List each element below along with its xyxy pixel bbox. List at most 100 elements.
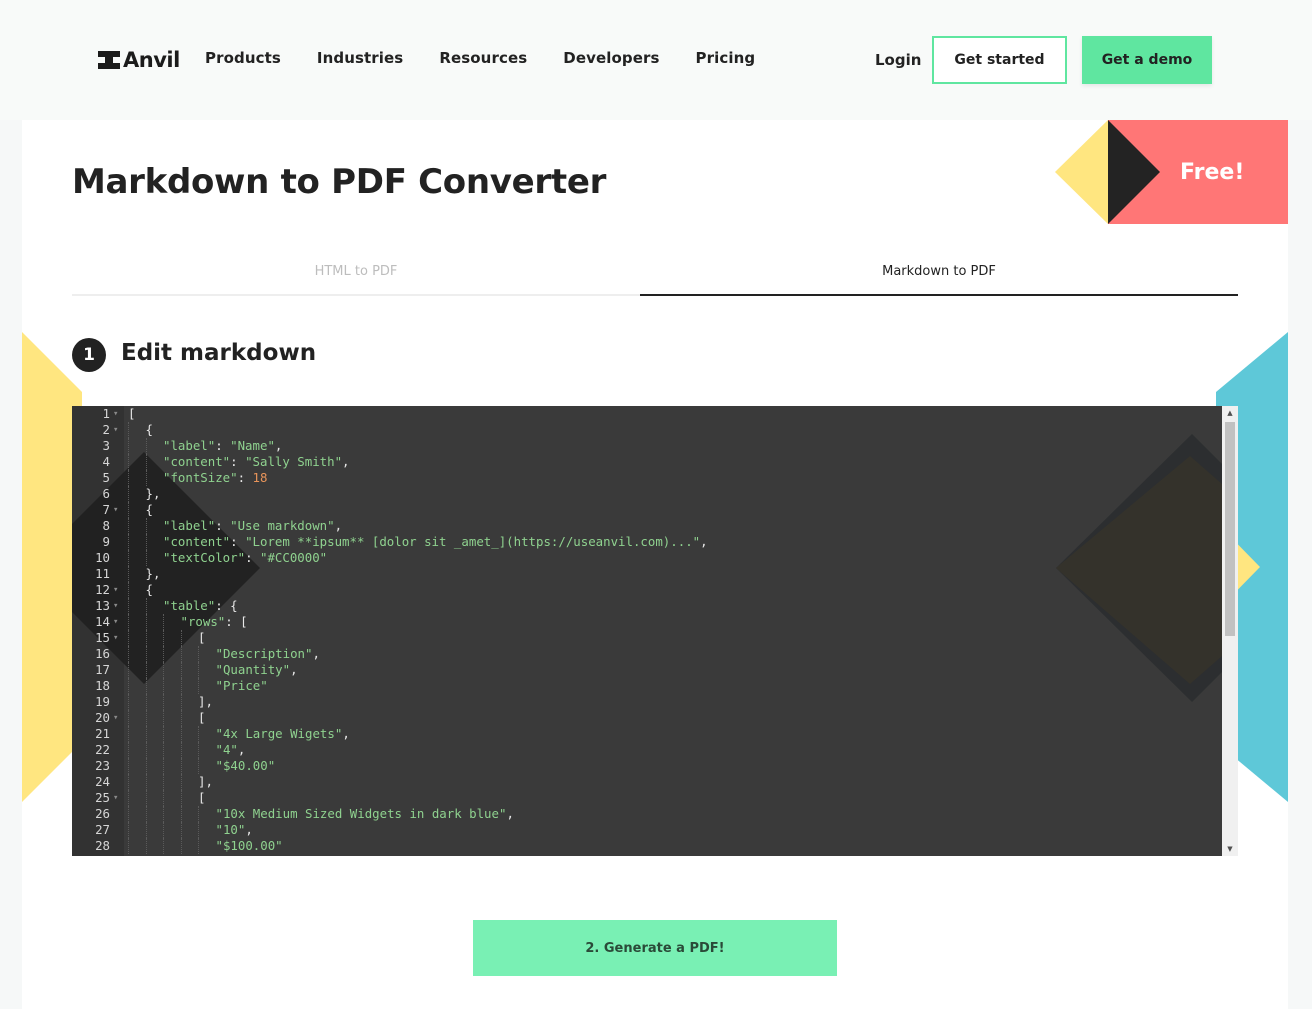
code-line[interactable]: 9 "content": "Lorem **ipsum** [dolor sit … [72,534,1222,550]
indent-guide [128,438,129,454]
string-token: "4x Large Wigets" [215,726,343,741]
editor-scrollbar[interactable]: ▲ ▼ [1222,406,1238,856]
code-line[interactable]: 28 "$100.00" [72,838,1222,854]
fold-arrow-icon[interactable]: ▾ [113,582,118,598]
code-line[interactable]: 3 "label": "Name", [72,438,1222,454]
code-text: "table": { [163,598,238,614]
code-line[interactable]: 23 "$40.00" [72,758,1222,774]
fold-arrow-icon[interactable]: ▾ [113,790,118,806]
code-line[interactable]: 25 ▾ [ [72,790,1222,806]
indent-guide [163,646,164,662]
code-line[interactable]: 27 "10", [72,822,1222,838]
anvil-logo[interactable]: Anvil [98,48,180,72]
code-line[interactable]: 1 ▾ [ [72,406,1222,422]
code-line[interactable]: 15 ▾ [ [72,630,1222,646]
editor-code[interactable]: 1 ▾[2 ▾{3 "label": "Name", 4 "content": "Sall… [72,406,1222,856]
code-line[interactable]: 18 "Price" [72,678,1222,694]
indent-guide [145,470,147,486]
fold-arrow-icon[interactable]: ▾ [113,710,118,726]
code-line[interactable]: 20 ▾ [ [72,710,1222,726]
code-text: "4", [216,742,246,758]
indent-guide [128,758,129,774]
fold-arrow-icon[interactable]: ▾ [113,630,118,646]
string-token: "10" [215,822,246,837]
code-line[interactable]: 21 "4x Large Wigets", [72,726,1222,742]
page-title: Markdown to PDF Converter [72,162,607,202]
punct-token: , [237,742,246,757]
indent-guide [198,838,199,854]
indent-guide [163,630,164,646]
markdown-editor[interactable]: 1 ▾[2 ▾{3 "label": "Name", 4 "content": "Sall… [72,406,1238,856]
code-line[interactable]: 8 "label": "Use markdown", [72,518,1222,534]
nav-link-products[interactable]: Products [205,49,281,67]
string-token: "Use markdown" [230,518,335,533]
code-line[interactable]: 11}, [72,566,1222,582]
indent-guide [145,550,147,566]
nav-link-resources[interactable]: Resources [439,49,527,67]
indent-guide [128,806,129,822]
nav-link-developers[interactable]: Developers [563,49,659,67]
code-line[interactable]: 4 "content": "Sally Smith", [72,454,1222,470]
generate-pdf-button[interactable]: 2. Generate a PDF! [473,920,837,976]
line-number: 12 [95,582,110,597]
nav-link-industries[interactable]: Industries [317,49,403,67]
string-token: "Name" [230,438,275,453]
code-line[interactable]: 26 "10x Medium Sized Widgets in dark blue… [72,806,1222,822]
scroll-down-icon[interactable]: ▼ [1222,842,1238,856]
fold-arrow-icon[interactable]: ▾ [113,502,118,518]
code-line[interactable]: 13 ▾ "table": { [72,598,1222,614]
login-link[interactable]: Login [875,51,921,69]
anvil-logo-icon [98,51,120,69]
code-line[interactable]: 2 ▾ { [72,422,1222,438]
tab-html-to-pdf[interactable]: HTML to PDF [72,260,640,296]
indent-guide [145,710,147,726]
get-started-button[interactable]: Get started [932,36,1067,84]
line-number: 28 [95,838,110,853]
punct-token: }, [145,486,161,501]
punct-token: : [230,454,246,469]
fold-arrow-icon[interactable]: ▾ [113,614,118,630]
indent-guide [163,710,164,726]
line-number: 22 [95,742,110,757]
fold-arrow-icon[interactable]: ▾ [113,406,118,422]
punct-token: , [342,726,350,741]
line-number: 6 [102,486,110,501]
code-line[interactable]: 16 "Description", [72,646,1222,662]
indent-guide [128,502,129,518]
code-line[interactable]: 14 ▾ "rows": [ [72,614,1222,630]
code-line[interactable]: 10 "textColor": "#CC0000" [72,550,1222,566]
string-token: "fontSize" [163,470,238,485]
code-line[interactable]: 12 ▾ { [72,582,1222,598]
get-demo-button[interactable]: Get a demo [1082,36,1212,84]
code-line[interactable]: 5 "fontSize": 18 [72,470,1222,486]
indent-guide [180,758,182,774]
indent-guide [163,678,164,694]
scroll-up-icon[interactable]: ▲ [1222,406,1238,420]
code-line[interactable]: 17 "Quantity", [72,662,1222,678]
fold-arrow-icon[interactable]: ▾ [113,422,118,438]
punct-token: , [700,534,708,549]
code-line[interactable]: 6}, [72,486,1222,502]
code-text: [ [128,406,135,422]
line-number: 4 [102,454,110,469]
code-line[interactable]: 22 "4", [72,742,1222,758]
nav-link-pricing[interactable]: Pricing [696,49,756,67]
string-token: "$100.00" [215,838,283,853]
number-token: 18 [252,470,268,485]
code-text: { [146,582,153,598]
indent-guide [145,726,147,742]
indent-guide [128,710,129,726]
punct-token: : { [215,598,238,613]
code-line[interactable]: 7 ▾ { [72,502,1222,518]
indent-guide [128,454,129,470]
scroll-thumb[interactable] [1225,422,1235,636]
code-line[interactable]: 24], [72,774,1222,790]
indent-guide [163,742,164,758]
fold-arrow-icon[interactable]: ▾ [113,598,118,614]
code-text: ], [198,774,213,790]
code-text: "$40.00" [216,758,276,774]
tab-markdown-to-pdf[interactable]: Markdown to PDF [640,260,1238,296]
indent-guide [128,630,129,646]
indent-guide [163,694,164,710]
code-line[interactable]: 19], [72,694,1222,710]
